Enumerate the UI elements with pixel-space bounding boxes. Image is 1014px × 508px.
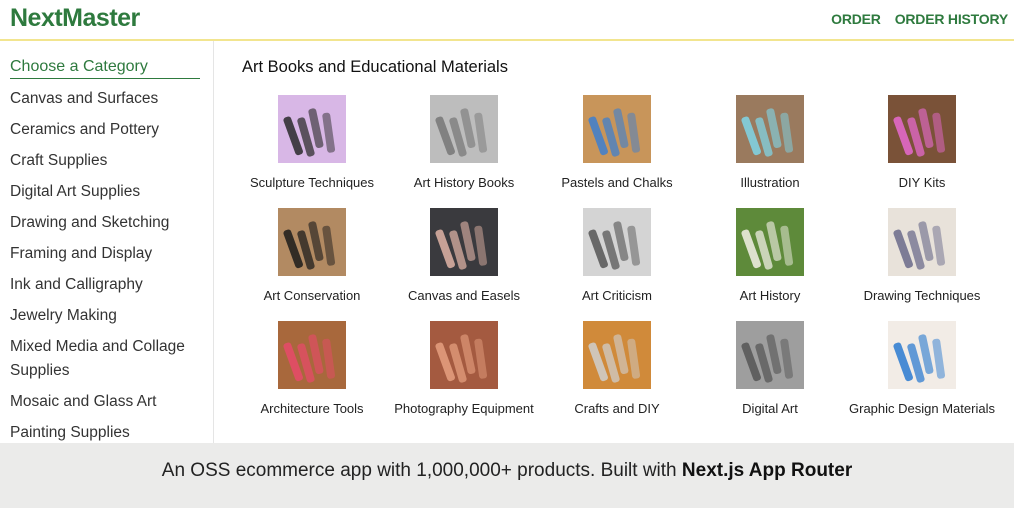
product-photo bbox=[741, 221, 794, 270]
subcategory-tile[interactable]: Graphic Design Materials bbox=[846, 321, 998, 419]
category-item[interactable]: Ceramics and Pottery bbox=[10, 118, 206, 142]
subcategory-tile[interactable]: Crafts and DIY bbox=[541, 321, 693, 419]
footer-description: An OSS ecommerce app with 1,000,000+ pro… bbox=[161, 460, 677, 481]
category-item[interactable]: Drawing and Sketching bbox=[10, 211, 206, 235]
supplies-bottles-image[interactable] bbox=[888, 321, 956, 389]
subcategory-tile[interactable]: Art Criticism bbox=[541, 208, 693, 306]
category-list: Canvas and Surfaces Ceramics and Pottery… bbox=[10, 87, 206, 452]
subcategory-tile[interactable]: Pastels and Chalks bbox=[541, 95, 693, 193]
subcategory-label[interactable]: Sculpture Techniques bbox=[236, 173, 388, 193]
category-item[interactable]: Painting Supplies bbox=[10, 421, 206, 445]
easel-image[interactable] bbox=[736, 208, 804, 276]
subcategory-label[interactable]: Canvas and Easels bbox=[388, 286, 540, 306]
product-photo bbox=[588, 334, 641, 383]
subcategory-tile[interactable]: Art Conservation bbox=[236, 208, 388, 306]
category-item[interactable]: Mixed Media and Collage Supplies bbox=[10, 335, 206, 383]
category-item[interactable]: Digital Art Supplies bbox=[10, 180, 206, 204]
art-supplies-kit-image[interactable] bbox=[278, 95, 346, 163]
product-photo bbox=[435, 221, 488, 270]
product-photo bbox=[588, 108, 641, 157]
product-photo bbox=[283, 108, 336, 157]
subcategory-label[interactable]: Drawing Techniques bbox=[846, 286, 998, 306]
product-photo bbox=[741, 334, 794, 383]
category-sidebar: Choose a Category Canvas and Surfaces Ce… bbox=[0, 41, 214, 443]
site-header: NextMaster ORDER ORDER HISTORY bbox=[0, 0, 1014, 41]
product-photo bbox=[588, 221, 641, 270]
subcategory-label[interactable]: Architecture Tools bbox=[236, 399, 388, 419]
subcategory-tile[interactable]: Photography Equipment bbox=[388, 321, 540, 419]
subcategory-label[interactable]: Photography Equipment bbox=[388, 399, 540, 419]
subcategory-label[interactable]: Illustration bbox=[694, 173, 846, 193]
grey-tubes-image[interactable] bbox=[430, 95, 498, 163]
subcategory-tile[interactable]: DIY Kits bbox=[846, 95, 998, 193]
subcategory-label[interactable]: DIY Kits bbox=[846, 173, 998, 193]
subcategory-tile[interactable]: Architecture Tools bbox=[236, 321, 388, 419]
product-photo bbox=[893, 108, 946, 157]
subcategory-label[interactable]: Art History Books bbox=[388, 173, 540, 193]
subcategory-label[interactable]: Art History bbox=[694, 286, 846, 306]
subcategory-tile[interactable]: Sculpture Techniques bbox=[236, 95, 388, 193]
category-item[interactable]: Framing and Display bbox=[10, 242, 206, 266]
metal-tubes-image[interactable] bbox=[583, 321, 651, 389]
subcategory-tile[interactable]: Art History Books bbox=[388, 95, 540, 193]
subcategory-label[interactable]: Art Conservation bbox=[236, 286, 388, 306]
subcategory-label[interactable]: Pastels and Chalks bbox=[541, 173, 693, 193]
category-item[interactable]: Jewelry Making bbox=[10, 304, 206, 328]
water-cup-image[interactable] bbox=[736, 95, 804, 163]
fountain-pen-image[interactable] bbox=[583, 208, 651, 276]
product-photo bbox=[893, 221, 946, 270]
subcategory-label[interactable]: Art Criticism bbox=[541, 286, 693, 306]
erasers-image[interactable] bbox=[888, 95, 956, 163]
category-item[interactable]: Mosaic and Glass Art bbox=[10, 390, 206, 414]
product-photo bbox=[283, 221, 336, 270]
product-photo bbox=[893, 334, 946, 383]
subcategory-tile[interactable]: Canvas and Easels bbox=[388, 208, 540, 306]
page-title: Art Books and Educational Materials bbox=[242, 58, 508, 76]
subcategory-label[interactable]: Crafts and DIY bbox=[541, 399, 693, 419]
pens-on-paper-image[interactable] bbox=[888, 208, 956, 276]
subcategory-tile[interactable]: Illustration bbox=[694, 95, 846, 193]
category-heading: Choose a Category bbox=[10, 58, 200, 79]
product-photo bbox=[435, 108, 488, 157]
striped-rods-image[interactable] bbox=[736, 321, 804, 389]
rose-pen-image[interactable] bbox=[430, 208, 498, 276]
site-footer: An OSS ecommerce app with 1,000,000+ pro… bbox=[0, 443, 1014, 508]
nav-order-link[interactable]: ORDER bbox=[831, 11, 881, 27]
subcategory-label[interactable]: Graphic Design Materials bbox=[846, 399, 998, 419]
nav-order-history-link[interactable]: ORDER HISTORY bbox=[895, 11, 1009, 27]
brush-pens-image[interactable] bbox=[278, 208, 346, 276]
category-item[interactable]: Ink and Calligraphy bbox=[10, 273, 206, 297]
subcategory-label[interactable]: Digital Art bbox=[694, 399, 846, 419]
site-logo[interactable]: NextMaster bbox=[10, 4, 140, 33]
product-photo bbox=[435, 334, 488, 383]
footer-text: An OSS ecommerce app with 1,000,000+ pro… bbox=[0, 460, 1014, 482]
product-photo bbox=[741, 108, 794, 157]
top-nav: ORDER ORDER HISTORY bbox=[831, 11, 1008, 27]
blue-pouch-image[interactable] bbox=[583, 95, 651, 163]
footer-framework[interactable]: Next.js App Router bbox=[682, 460, 852, 481]
copper-wire-image[interactable] bbox=[430, 321, 498, 389]
colored-pencils-image[interactable] bbox=[278, 321, 346, 389]
category-item[interactable]: Canvas and Surfaces bbox=[10, 87, 206, 111]
subcategory-tile[interactable]: Art History bbox=[694, 208, 846, 306]
category-item[interactable]: Craft Supplies bbox=[10, 149, 206, 173]
product-photo bbox=[283, 334, 336, 383]
subcategory-tile[interactable]: Digital Art bbox=[694, 321, 846, 419]
subcategory-tile[interactable]: Drawing Techniques bbox=[846, 208, 998, 306]
